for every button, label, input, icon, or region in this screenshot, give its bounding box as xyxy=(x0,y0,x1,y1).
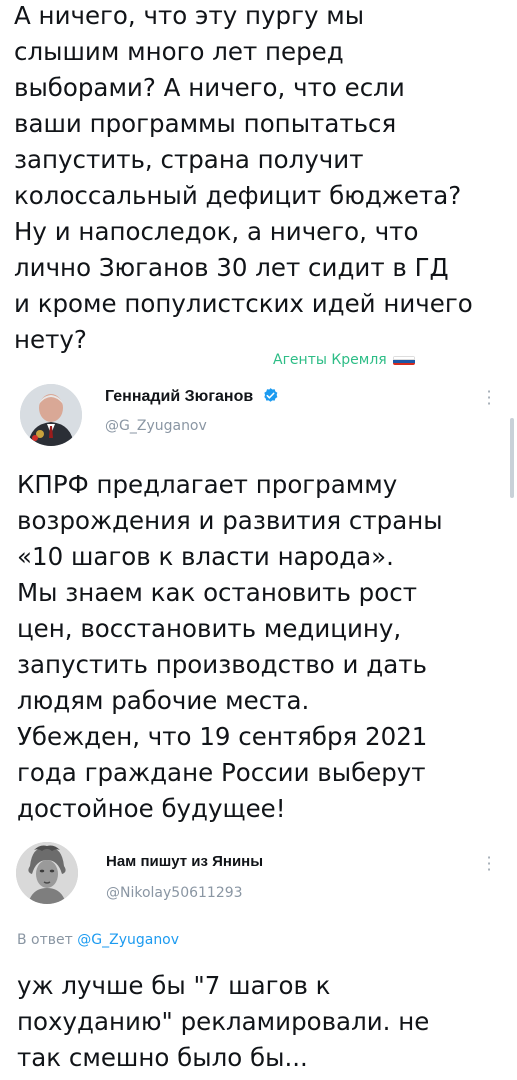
tweet1-author[interactable]: Геннадий Зюганов xyxy=(105,387,279,406)
tweet2-handle[interactable]: @Nikolay50611293 xyxy=(106,885,243,901)
avatar-statue-icon xyxy=(16,842,78,904)
tweet1-handle[interactable]: @G_Zyuganov xyxy=(105,418,207,434)
tweet1-text: КПРФ предлагает программу возрождения и … xyxy=(17,470,443,823)
comment-text: А ничего, что эту пургу мы слышим много … xyxy=(14,1,473,354)
watermark-text: Агенты Кремля xyxy=(273,352,387,368)
author-name[interactable]: Геннадий Зюганов xyxy=(105,388,253,405)
reply-mention-link[interactable]: @G_Zyuganov xyxy=(77,932,179,948)
tweet2-text: уж лучше бы "7 шагов к похуданию" реклам… xyxy=(17,971,430,1072)
verified-badge-icon xyxy=(263,388,278,402)
reply-prefix: В ответ xyxy=(17,932,73,948)
russia-flag-icon xyxy=(392,355,415,365)
avatar[interactable] xyxy=(16,842,78,904)
avatar[interactable] xyxy=(20,384,82,446)
avatar-portrait-icon xyxy=(20,384,82,446)
watermark: Агенты Кремля xyxy=(273,352,415,368)
more-vertical-icon[interactable]: · · · xyxy=(486,850,492,878)
more-vertical-icon[interactable]: · · · xyxy=(486,384,492,412)
tweet2-author[interactable]: Нам пишут из Янины xyxy=(106,853,263,870)
reply-to-line: В ответ @G_Zyuganov xyxy=(17,932,179,948)
